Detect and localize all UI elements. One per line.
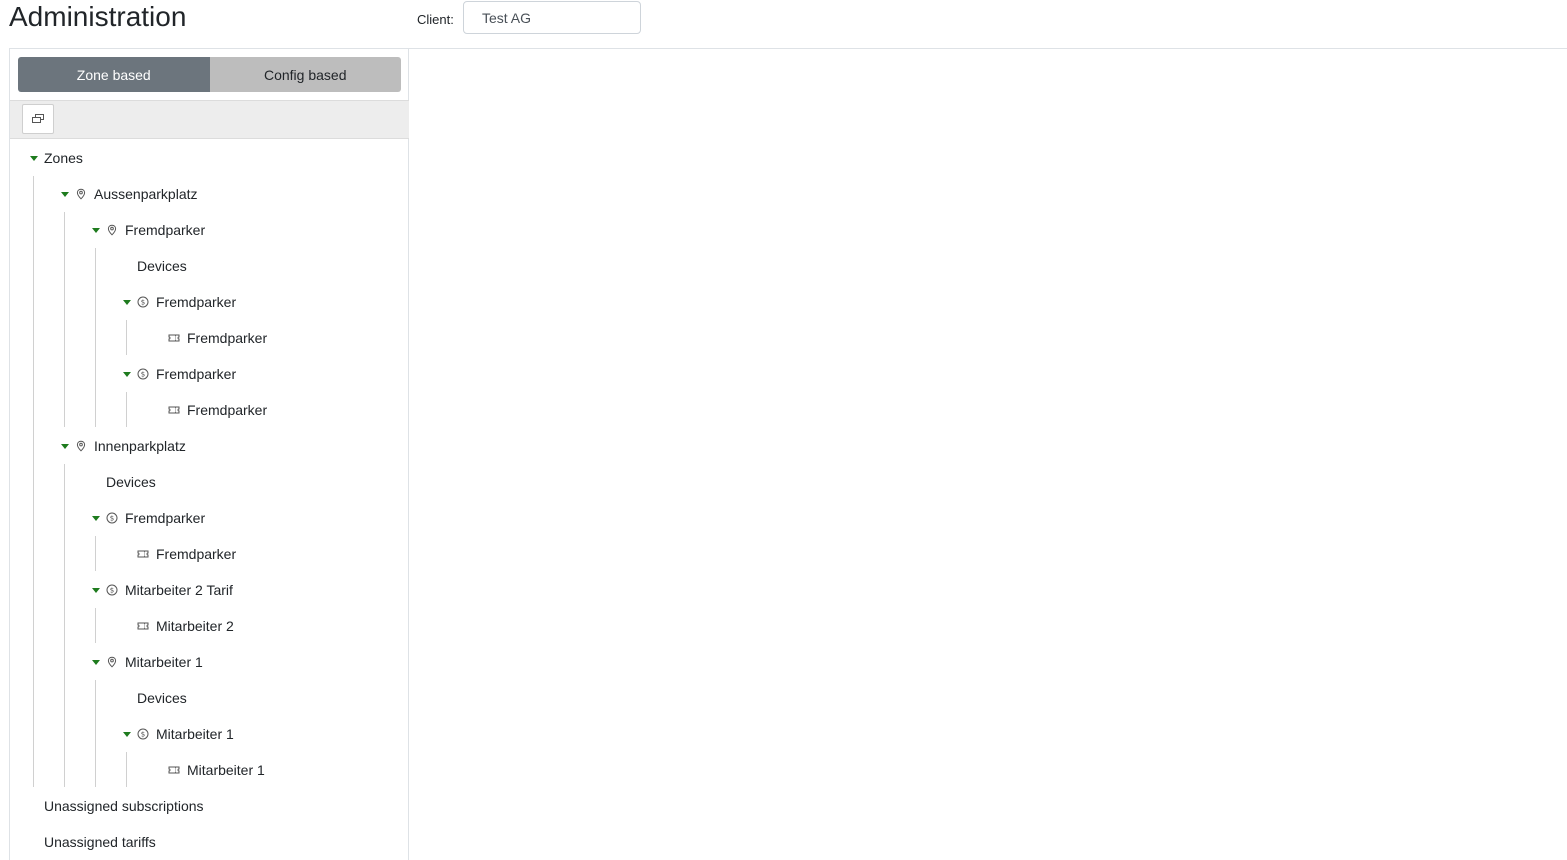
ticket-icon: [137, 620, 149, 632]
tree-node-subscription[interactable]: Mitarbeiter 2: [137, 616, 234, 636]
tree-node-devices[interactable]: Devices: [137, 256, 187, 276]
svg-text:$: $: [141, 299, 145, 307]
view-toggle: Zone based Config based: [18, 57, 401, 92]
coin-icon: $: [106, 584, 118, 596]
tree-toolbar: [10, 100, 409, 139]
page-title: Administration: [9, 1, 187, 32]
location-pin-icon: [106, 224, 118, 236]
tree-node-zone[interactable]: Innenparkplatz: [61, 436, 186, 456]
tree-guide: [95, 608, 96, 643]
tree-node-label: Devices: [137, 258, 187, 274]
tree-guide: [33, 176, 34, 787]
tree-guide: [95, 680, 96, 787]
coin-icon: $: [106, 512, 118, 524]
caret-down-icon[interactable]: [123, 731, 131, 737]
caret-down-icon[interactable]: [30, 155, 38, 161]
tree-node-tariff[interactable]: $ Fremdparker: [92, 508, 205, 528]
tree-guide: [95, 248, 96, 427]
tree-node-label: Fremdparker: [156, 546, 237, 562]
coin-icon: $: [137, 728, 149, 740]
tree-node-label: Mitarbeiter 2 Tarif: [125, 582, 233, 598]
tree-node-subscription[interactable]: Fremdparker: [137, 544, 236, 564]
zone-based-button[interactable]: Zone based: [18, 57, 210, 92]
tree-node-tariff[interactable]: $ Mitarbeiter 1: [123, 724, 234, 744]
tree-guide: [64, 464, 65, 787]
tree-node-subscription[interactable]: Mitarbeiter 1: [168, 760, 265, 780]
location-pin-icon: [75, 188, 87, 200]
tree-node-tariff[interactable]: $ Fremdparker: [123, 292, 236, 312]
client-select[interactable]: Test AG: [463, 1, 641, 34]
tree-node-subscription[interactable]: Fremdparker: [168, 328, 267, 348]
tree-node-zones[interactable]: Zones: [30, 148, 83, 168]
caret-down-icon[interactable]: [61, 443, 69, 449]
tree-node-label: Devices: [137, 690, 187, 706]
tree-guide: [126, 392, 127, 427]
config-based-button[interactable]: Config based: [209, 57, 401, 92]
client-label: Client:: [417, 12, 454, 27]
tree-node-label: Unassigned subscriptions: [44, 798, 204, 814]
tree-node-tariff[interactable]: $ Mitarbeiter 2 Tarif: [92, 580, 233, 600]
tree-node-devices[interactable]: Devices: [106, 472, 156, 492]
tree-node-unassigned-subscriptions[interactable]: Unassigned subscriptions: [44, 796, 204, 816]
tree-guide: [64, 212, 65, 427]
location-pin-icon: [75, 440, 87, 452]
ticket-icon: [168, 764, 180, 776]
tree-node-zone[interactable]: Fremdparker: [92, 220, 205, 240]
tree-node-label: Mitarbeiter 1: [187, 762, 265, 778]
svg-text:$: $: [110, 515, 114, 523]
tree-node-label: Unassigned tariffs: [44, 834, 156, 850]
coin-icon: $: [137, 368, 149, 380]
svg-text:$: $: [141, 731, 145, 739]
tree-guide: [95, 536, 96, 571]
tree-node-label: Innenparkplatz: [94, 438, 186, 454]
ticket-icon: [137, 548, 149, 560]
caret-down-icon[interactable]: [123, 371, 131, 377]
tree-node-label: Fremdparker: [187, 330, 268, 346]
caret-down-icon[interactable]: [92, 587, 100, 593]
tree-node-label: Mitarbeiter 2: [156, 618, 234, 634]
caret-down-icon[interactable]: [61, 191, 69, 197]
tree-node-label: Aussenparkplatz: [94, 186, 198, 202]
tree-node-zone[interactable]: Mitarbeiter 1: [92, 652, 203, 672]
tree-guide: [126, 752, 127, 787]
ticket-icon: [168, 404, 180, 416]
tree-node-unassigned-tariffs[interactable]: Unassigned tariffs: [44, 832, 156, 852]
caret-down-icon[interactable]: [123, 299, 131, 305]
caret-down-icon[interactable]: [92, 659, 100, 665]
tree-node-label: Fremdparker: [187, 402, 268, 418]
tree-node-label: Fremdparker: [156, 294, 237, 310]
caret-down-icon[interactable]: [92, 227, 100, 233]
tree-node-label: Fremdparker: [125, 222, 206, 238]
tree-guide: [126, 320, 127, 355]
collapse-all-icon: [32, 114, 44, 123]
tree-node-tariff[interactable]: $ Fremdparker: [123, 364, 236, 384]
location-pin-icon: [106, 656, 118, 668]
tree-node-subscription[interactable]: Fremdparker: [168, 400, 267, 420]
tree-node-label: Fremdparker: [125, 510, 206, 526]
collapse-all-button[interactable]: [22, 104, 54, 134]
tree-node-label: Zones: [44, 150, 83, 166]
tree-node-label: Mitarbeiter 1: [125, 654, 203, 670]
tree-node-devices[interactable]: Devices: [137, 688, 187, 708]
tree-node-label: Fremdparker: [156, 366, 237, 382]
tree-node-zone[interactable]: Aussenparkplatz: [61, 184, 198, 204]
caret-down-icon[interactable]: [92, 515, 100, 521]
tree-node-label: Devices: [106, 474, 156, 490]
coin-icon: $: [137, 296, 149, 308]
ticket-icon: [168, 332, 180, 344]
svg-text:$: $: [141, 371, 145, 379]
tree-node-label: Mitarbeiter 1: [156, 726, 234, 742]
svg-text:$: $: [110, 587, 114, 595]
